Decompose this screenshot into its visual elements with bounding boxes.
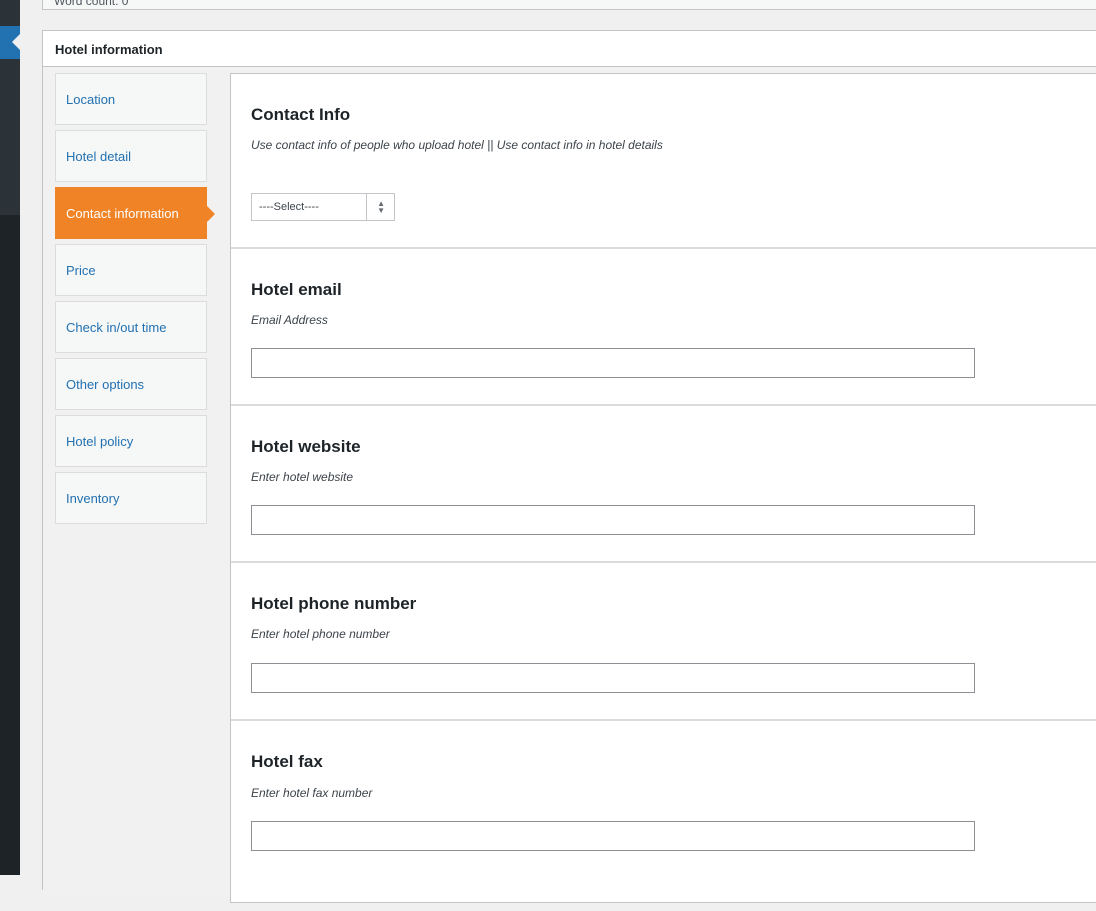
section-description: Enter hotel phone number xyxy=(251,627,390,641)
tab-price[interactable]: Price xyxy=(55,244,207,296)
hotel-fax-section: Hotel fax Enter hotel fax number xyxy=(231,721,1096,911)
section-description: Use contact info of people who upload ho… xyxy=(251,138,663,152)
hotel-email-section: Hotel email Email Address xyxy=(231,249,1096,406)
section-description: Enter hotel fax number xyxy=(251,786,373,800)
hotel-phone-input[interactable] xyxy=(251,663,975,693)
contact-info-select[interactable]: ----Select---- ▲ ▼ xyxy=(251,193,395,221)
section-description: Enter hotel website xyxy=(251,470,354,484)
section-description: Email Address xyxy=(251,313,328,327)
hotel-website-input[interactable] xyxy=(251,505,975,535)
word-count-bar: Word count: 0 xyxy=(42,0,1096,10)
select-divider xyxy=(366,194,367,220)
tab-contact-information[interactable]: Contact information xyxy=(55,187,215,239)
select-arrows-icon: ▲ ▼ xyxy=(377,199,385,215)
hotel-phone-section: Hotel phone number Enter hotel phone num… xyxy=(231,563,1096,721)
tab-location[interactable]: Location xyxy=(55,73,207,125)
section-title: Hotel fax xyxy=(251,752,323,771)
tab-inventory[interactable]: Inventory xyxy=(55,472,207,524)
section-title: Hotel website xyxy=(251,437,361,456)
metabox-header[interactable]: Hotel information xyxy=(43,31,1096,67)
section-title: Contact Info xyxy=(251,105,351,124)
tab-hotel-detail[interactable]: Hotel detail xyxy=(55,130,207,182)
tab-hotel-policy[interactable]: Hotel policy xyxy=(55,415,207,467)
hotel-email-input[interactable] xyxy=(251,348,975,378)
tab-check-in-out-time[interactable]: Check in/out time xyxy=(55,301,207,353)
metabox-title: Hotel information xyxy=(55,42,163,57)
hotel-information-metabox: Hotel information Location Hotel detail … xyxy=(42,30,1096,903)
admin-sidebar xyxy=(0,0,20,875)
hotel-website-section: Hotel website Enter hotel website xyxy=(231,406,1096,563)
hotel-fax-input[interactable] xyxy=(251,821,975,851)
tab-content-panel: Contact Info Use contact info of people … xyxy=(230,73,1096,903)
select-value: ----Select---- xyxy=(259,201,319,213)
word-count: Word count: 0 xyxy=(54,0,129,8)
contact-info-section: Contact Info Use contact info of people … xyxy=(231,74,1096,249)
section-title: Hotel email xyxy=(251,280,342,299)
section-title: Hotel phone number xyxy=(251,594,417,613)
tab-other-options[interactable]: Other options xyxy=(55,358,207,410)
admin-sidebar-active-notch xyxy=(12,34,20,50)
metabox-body: Location Hotel detail Contact informatio… xyxy=(43,67,1096,903)
